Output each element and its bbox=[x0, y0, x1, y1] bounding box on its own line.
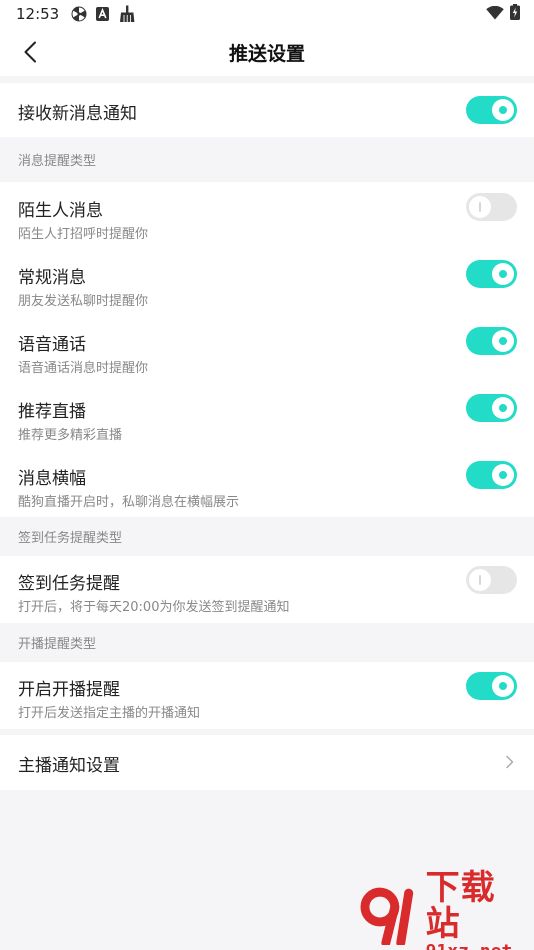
section-header-checkin-types: 签到任务提醒类型 bbox=[18, 531, 123, 546]
checkin-reminder-subtitle: 打开后，将于每天20:00为你发送签到提醒通知 bbox=[18, 600, 290, 615]
receive-notifications-toggle[interactable] bbox=[466, 96, 517, 124]
section-header-message-types: 消息提醒类型 bbox=[18, 154, 97, 169]
regular-message-title: 常规消息 bbox=[18, 268, 86, 288]
checkin-reminder-toggle[interactable] bbox=[466, 566, 517, 594]
page-title: 推送设置 bbox=[228, 42, 305, 65]
receive-notifications-label: 接收新消息通知 bbox=[18, 104, 137, 124]
voice-call-row: 语音通话 语音通话消息时提醒你 bbox=[0, 316, 534, 383]
voice-call-toggle[interactable] bbox=[466, 327, 517, 355]
stranger-message-subtitle: 陌生人打招呼时提醒你 bbox=[18, 227, 149, 242]
91-logo-icon bbox=[360, 887, 414, 945]
wifi-icon bbox=[486, 5, 504, 24]
a-badge-icon bbox=[96, 7, 110, 21]
voice-call-title: 语音通话 bbox=[18, 335, 86, 355]
watermark-title: 下载站 bbox=[425, 868, 496, 944]
recommended-live-toggle[interactable] bbox=[466, 394, 517, 422]
watermark: 下载站 91xz.net bbox=[360, 870, 530, 950]
stranger-message-title: 陌生人消息 bbox=[18, 201, 103, 221]
regular-message-subtitle: 朋友发送私聊时提醒你 bbox=[18, 294, 149, 309]
live-reminder-subtitle: 打开后发送指定主播的开播通知 bbox=[18, 706, 201, 721]
anchor-notification-settings-row[interactable]: 主播通知设置 bbox=[0, 735, 534, 790]
live-reminder-toggle[interactable] bbox=[466, 672, 517, 700]
nav-bar: 推送设置 bbox=[0, 28, 534, 76]
back-button[interactable] bbox=[18, 40, 42, 64]
message-banner-subtitle: 酷狗直播开启时，私聊消息在横幅展示 bbox=[18, 495, 240, 510]
message-banner-title: 消息横幅 bbox=[18, 469, 86, 489]
pinwheel-icon bbox=[71, 6, 87, 22]
toggle-knob bbox=[492, 263, 514, 285]
regular-message-toggle[interactable] bbox=[466, 260, 517, 288]
stranger-message-row: 陌生人消息 陌生人打招呼时提醒你 bbox=[0, 182, 534, 249]
status-time: 12:53 bbox=[16, 5, 60, 23]
stranger-message-toggle[interactable] bbox=[466, 193, 517, 221]
toggle-knob bbox=[492, 99, 514, 121]
regular-message-row: 常规消息 朋友发送私聊时提醒你 bbox=[0, 249, 534, 316]
recommended-live-row: 推荐直播 推荐更多精彩直播 bbox=[0, 383, 534, 450]
toggle-knob bbox=[492, 397, 514, 419]
anchor-notification-settings-label: 主播通知设置 bbox=[18, 756, 120, 776]
checkin-reminder-title: 签到任务提醒 bbox=[18, 574, 120, 594]
chevron-right-icon bbox=[506, 755, 514, 769]
voice-call-subtitle: 语音通话消息时提醒你 bbox=[18, 361, 149, 376]
message-banner-toggle[interactable] bbox=[466, 461, 517, 489]
message-banner-row: 消息横幅 酷狗直播开启时，私聊消息在横幅展示 bbox=[0, 450, 534, 517]
toggle-knob bbox=[469, 569, 491, 591]
watermark-url: 91xz.net bbox=[426, 942, 530, 950]
toggle-knob bbox=[492, 675, 514, 697]
checkin-reminder-row: 签到任务提醒 打开后，将于每天20:00为你发送签到提醒通知 bbox=[0, 556, 534, 623]
recommended-live-title: 推荐直播 bbox=[18, 402, 86, 422]
toggle-knob bbox=[492, 330, 514, 352]
receive-notifications-row: 接收新消息通知 bbox=[0, 83, 534, 137]
chevron-left-icon bbox=[24, 41, 36, 63]
section-header-live-types: 开播提醒类型 bbox=[18, 637, 97, 652]
status-bar: 12:53 bbox=[0, 0, 534, 28]
battery-charging-icon bbox=[510, 4, 520, 24]
recommended-live-subtitle: 推荐更多精彩直播 bbox=[18, 428, 123, 443]
broom-icon bbox=[118, 5, 136, 23]
toggle-knob bbox=[469, 196, 491, 218]
live-reminder-row: 开启开播提醒 打开后发送指定主播的开播通知 bbox=[0, 662, 534, 729]
toggle-knob bbox=[492, 464, 514, 486]
live-reminder-title: 开启开播提醒 bbox=[18, 680, 120, 700]
